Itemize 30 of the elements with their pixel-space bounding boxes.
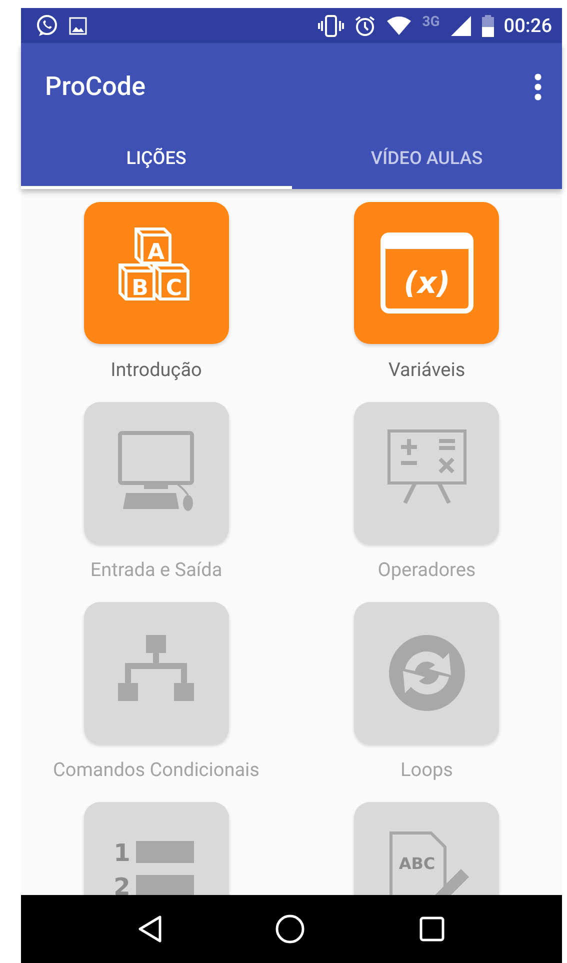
lesson-tile[interactable]: ABC <box>354 802 500 895</box>
more-options-icon[interactable] <box>534 73 542 101</box>
lesson-label: Entrada e Saída <box>90 558 222 581</box>
vibrate-icon <box>318 14 344 36</box>
lesson-tile[interactable] <box>354 602 500 744</box>
clock: 00:26 <box>504 14 552 37</box>
alarm-icon <box>354 14 376 36</box>
battery-icon <box>482 14 494 36</box>
lesson-tile[interactable] <box>84 402 229 544</box>
lesson-tile[interactable] <box>84 602 229 744</box>
lesson-tile[interactable]: A B C <box>84 202 229 344</box>
home-icon[interactable] <box>275 914 306 944</box>
chat-icon <box>35 14 59 38</box>
app-title: ProCode <box>45 72 147 102</box>
wifi-icon <box>386 16 412 36</box>
recents-icon[interactable] <box>419 916 446 942</box>
image-icon <box>69 16 87 34</box>
lesson-label: Comandos Condicionais <box>53 758 260 781</box>
network-type: 3G <box>422 14 440 30</box>
tab[interactable]: LIÇÕES <box>21 131 292 189</box>
tab[interactable]: VÍDEO AULAS <box>292 131 562 189</box>
lesson-tile[interactable] <box>354 402 500 544</box>
lesson-tile[interactable]: 1 2 <box>84 802 229 895</box>
lesson-label: Loops <box>400 758 453 781</box>
back-icon[interactable] <box>138 915 162 943</box>
lesson-label: Introdução <box>110 358 202 381</box>
lesson-tile[interactable]: (x) <box>354 202 500 344</box>
signal-icon <box>450 14 472 36</box>
lesson-label: Variáveis <box>388 358 466 381</box>
lesson-label: Operadores <box>378 558 476 581</box>
